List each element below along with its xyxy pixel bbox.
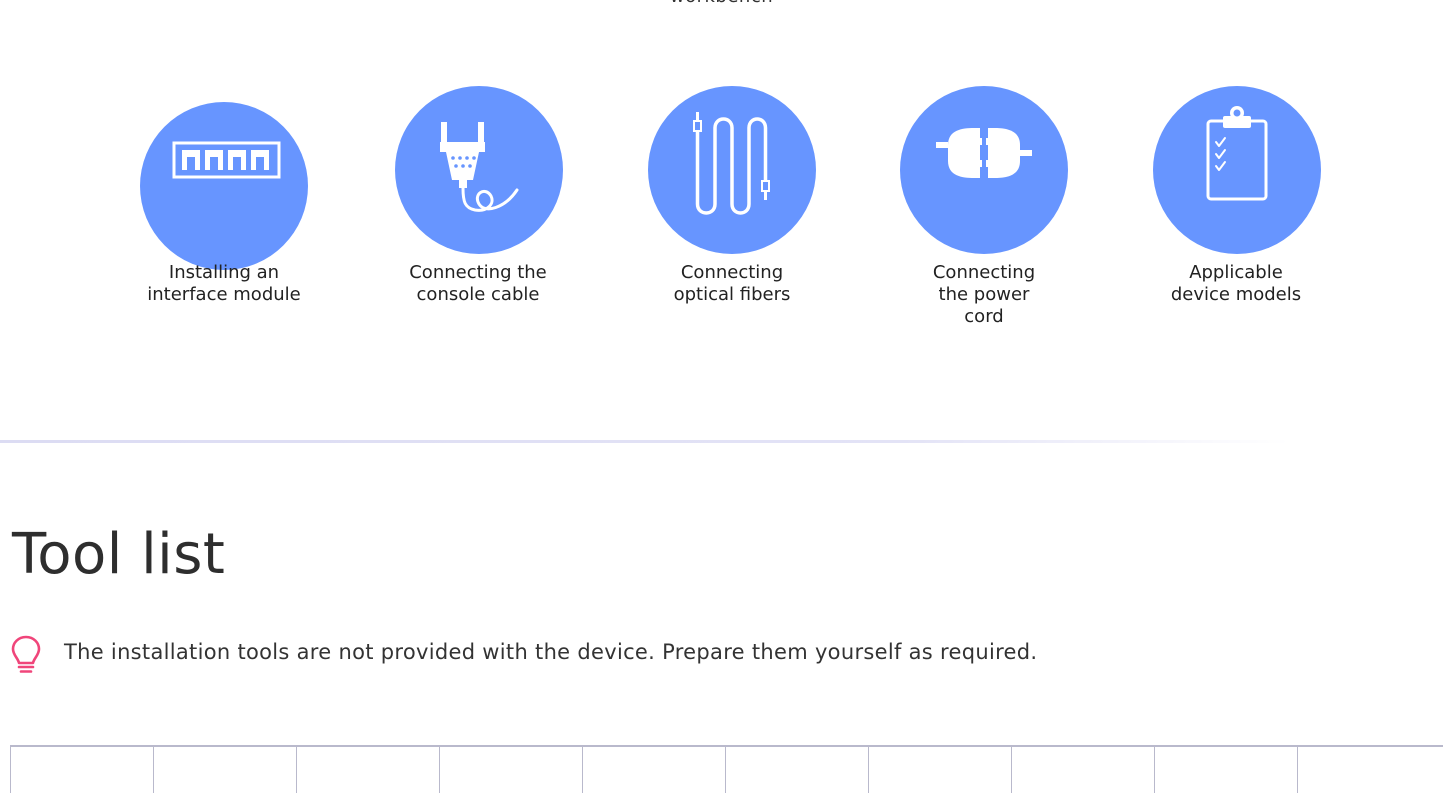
table-cell: [10, 747, 11, 793]
item-label: Connecting optical fibers: [673, 262, 791, 305]
table-cell: [296, 747, 297, 793]
interface-module-icon: [172, 141, 281, 179]
device-models-circle[interactable]: [1153, 86, 1321, 254]
section-divider: [0, 440, 1290, 443]
power-cord-icon: [936, 128, 1032, 178]
partial-caption: workbench: [0, 0, 1443, 7]
table-cell: [868, 747, 869, 793]
console-cable-icon: [440, 122, 519, 212]
table-cell: [1011, 747, 1012, 793]
optical-fibers-circle[interactable]: [648, 86, 816, 254]
note-text: The installation tools are not provided …: [64, 640, 1038, 664]
console-cable-circle[interactable]: [395, 86, 563, 254]
item-label: Connecting the power cord: [932, 262, 1036, 327]
lightbulb-icon: [11, 635, 41, 673]
table-cell: [1154, 747, 1155, 793]
clipboard-checklist-icon: [1206, 106, 1268, 201]
table-cell: [582, 747, 583, 793]
power-cord-circle[interactable]: [900, 86, 1068, 254]
item-label: Connecting the console cable: [409, 262, 547, 305]
interface-module-circle[interactable]: [140, 102, 308, 270]
table-cell: [725, 747, 726, 793]
page-title: Tool list: [12, 522, 226, 587]
table-cell: [439, 747, 440, 793]
item-label: Applicable device models: [1170, 262, 1302, 305]
tool-table-header: [10, 745, 1443, 793]
item-label: Installing an interface module: [147, 262, 301, 305]
optical-fibers-icon: [693, 112, 770, 215]
page: workbench Installing an: [0, 0, 1443, 793]
table-cell: [153, 747, 154, 793]
table-cell: [1297, 747, 1298, 793]
